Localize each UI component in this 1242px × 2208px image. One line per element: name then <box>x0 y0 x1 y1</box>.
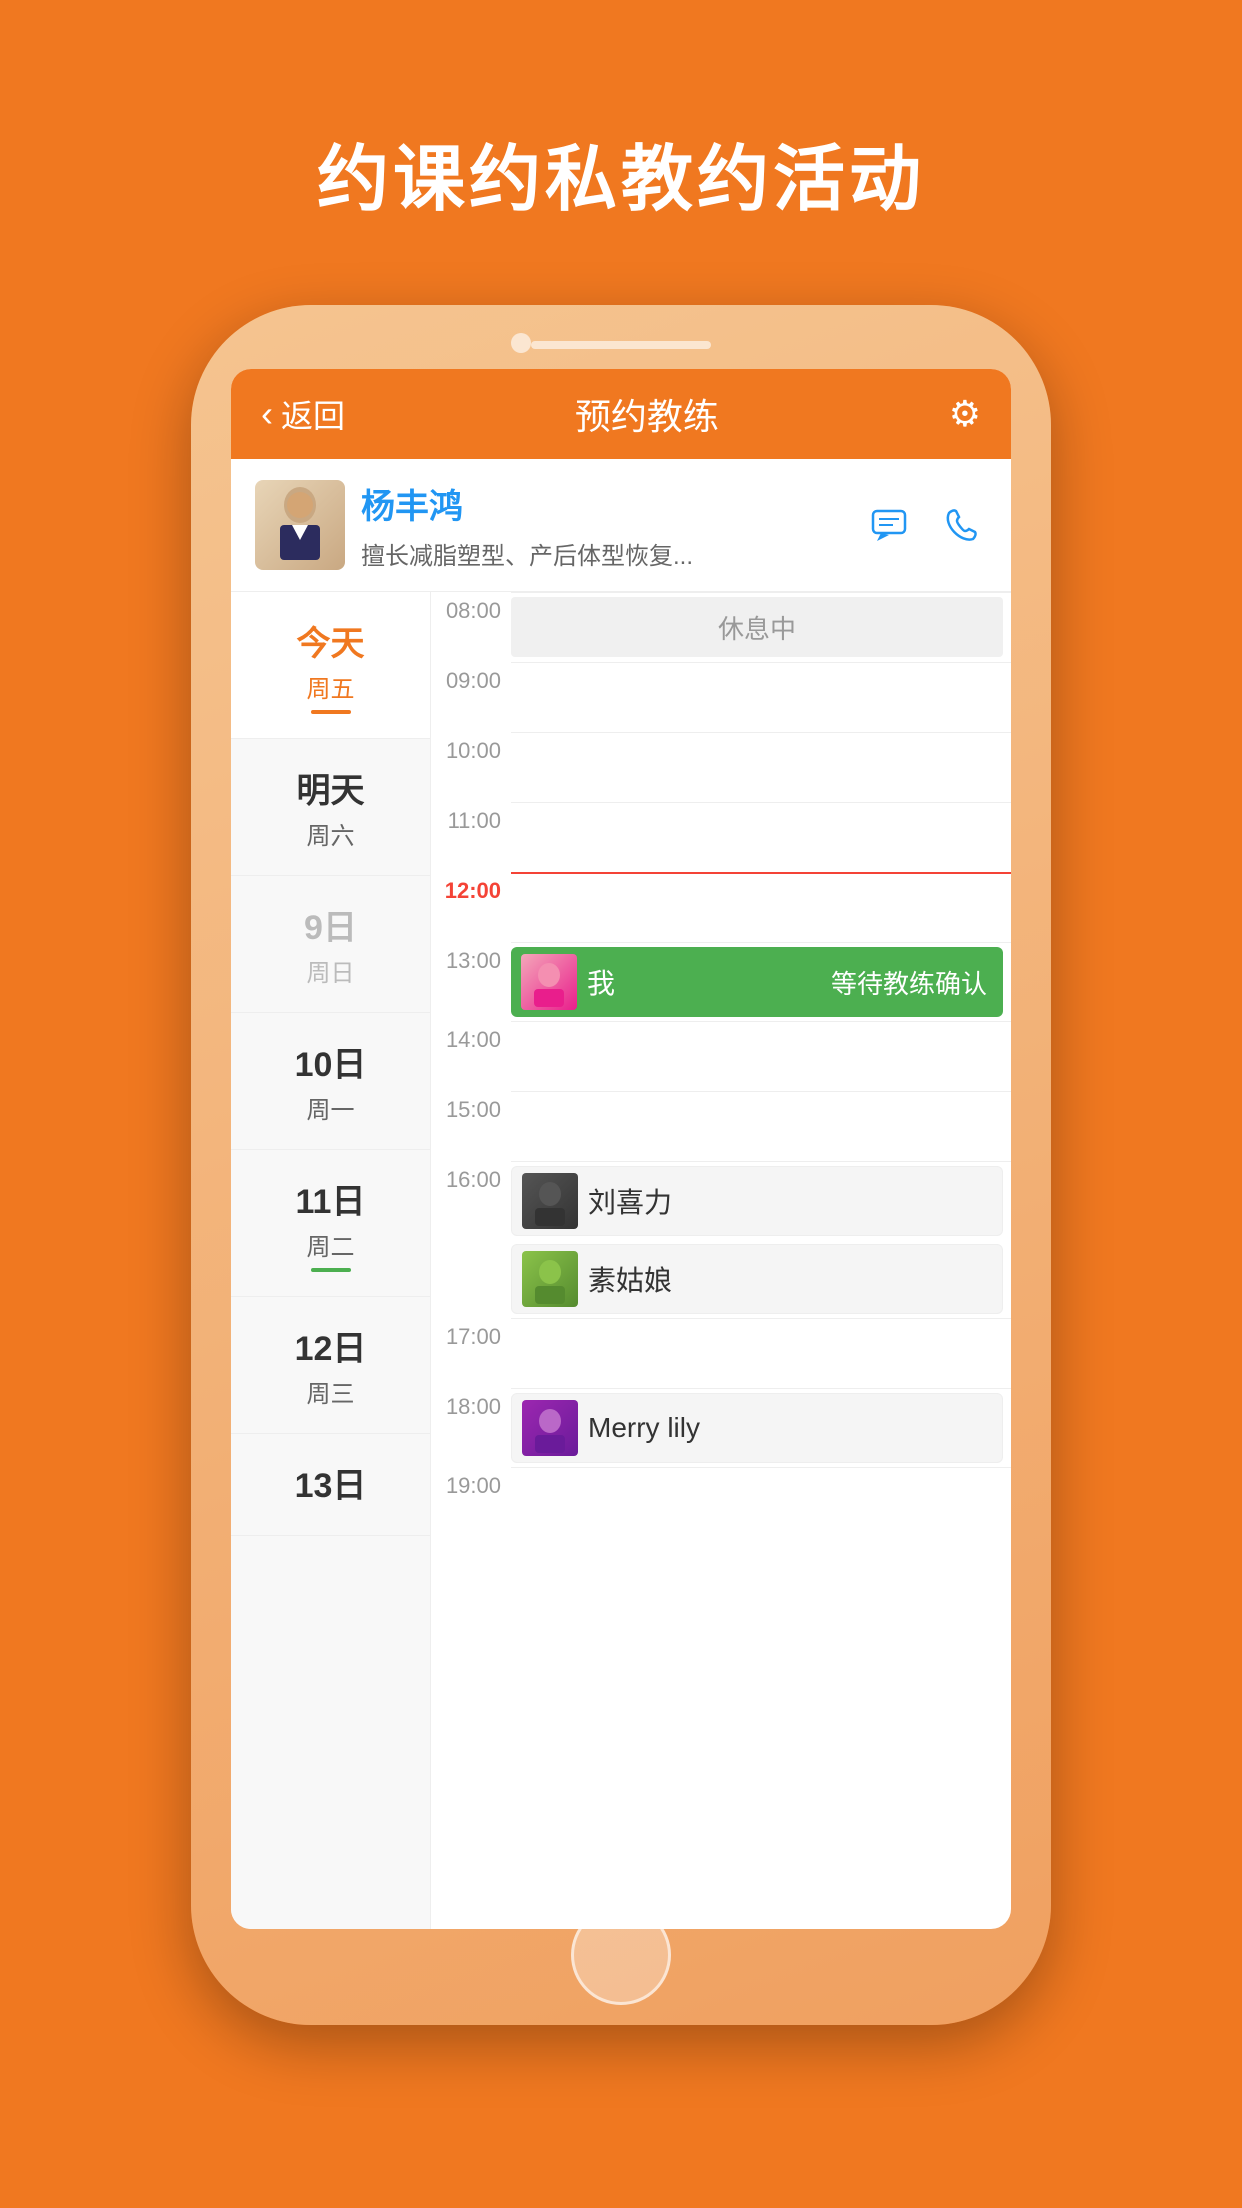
phone-button[interactable] <box>935 499 987 551</box>
schedule-area: 08:00 休息中 09:00 10:00 11:00 <box>431 592 1011 1929</box>
timeline-1700 <box>511 1318 1011 1388</box>
timeslot-1700: 17:00 <box>431 1318 1011 1388</box>
back-button[interactable]: ‹ 返回 <box>261 391 345 437</box>
phone-mockup: ‹ 返回 预约教练 ⚙ 杨丰鸿 擅长减脂塑型、产后体型 <box>191 305 1051 2025</box>
time-1800: 18:00 <box>431 1388 511 1420</box>
trainer-actions <box>863 499 987 551</box>
booking-avatar-merry <box>522 1400 578 1456</box>
timeslot-1900: 19:00 <box>431 1467 1011 1537</box>
date-today-weekday: 周五 <box>307 669 355 704</box>
phone-screen: ‹ 返回 预约教练 ⚙ 杨丰鸿 擅长减脂塑型、产后体型 <box>231 369 1011 1929</box>
time-1900: 19:00 <box>431 1467 511 1499</box>
booking-name-merry: Merry lily <box>588 1412 700 1444</box>
booking-su[interactable]: 素姑娘 <box>511 1244 1003 1314</box>
date-today-label: 今天 <box>297 616 365 665</box>
date-item-13[interactable]: 13日 <box>231 1434 430 1536</box>
date-10-label: 10日 <box>295 1037 367 1086</box>
time-1400: 14:00 <box>431 1021 511 1053</box>
booking-name-me: 我 <box>587 962 615 1002</box>
timeline-1600: 刘喜力 素姑娘 <box>511 1161 1011 1318</box>
date-12-label: 12日 <box>295 1321 367 1370</box>
home-button[interactable] <box>571 1905 671 2005</box>
time-1300: 13:00 <box>431 942 511 974</box>
timeline-1400 <box>511 1021 1011 1091</box>
timeslot-0800: 08:00 休息中 <box>431 592 1011 662</box>
trainer-desc: 擅长减脂塑型、产后体型恢复... <box>361 536 863 571</box>
timeline-1800: Merry lily <box>511 1388 1011 1467</box>
date-10-weekday: 周一 <box>307 1090 355 1125</box>
header-title: 预约教练 <box>575 388 719 440</box>
phone-camera <box>511 333 531 353</box>
time-1700: 17:00 <box>431 1318 511 1350</box>
rest-block: 休息中 <box>511 597 1003 657</box>
timeslot-0900: 09:00 <box>431 662 1011 732</box>
today-underline <box>311 710 351 714</box>
date-item-10[interactable]: 10日 周一 <box>231 1013 430 1150</box>
timeslot-1400: 14:00 <box>431 1021 1011 1091</box>
time-1500: 15:00 <box>431 1091 511 1123</box>
time-1200: 12:00 <box>431 872 511 904</box>
date-item-tomorrow[interactable]: 明天 周六 <box>231 739 430 876</box>
timeline-1100 <box>511 802 1011 872</box>
timeslot-1200: 12:00 <box>431 872 1011 942</box>
time-1600: 16:00 <box>431 1161 511 1193</box>
timeslot-1300[interactable]: 13:00 我 等待教练确认 <box>431 942 1011 1021</box>
date-item-today[interactable]: 今天 周五 <box>231 592 430 739</box>
timeline-1200 <box>511 872 1011 942</box>
trainer-avatar <box>255 480 345 570</box>
date-tomorrow-weekday: 周六 <box>307 816 355 851</box>
time-1100: 11:00 <box>431 802 511 834</box>
timeslot-1000: 10:00 <box>431 732 1011 802</box>
booking-avatar-me <box>521 954 577 1010</box>
date-11-label: 11日 <box>296 1174 366 1223</box>
timeslot-1100: 11:00 <box>431 802 1011 872</box>
timeline-0800: 休息中 <box>511 592 1011 662</box>
date-tomorrow-label: 明天 <box>297 763 365 812</box>
date-item-12[interactable]: 12日 周三 <box>231 1297 430 1434</box>
time-0900: 09:00 <box>431 662 511 694</box>
timeline-1300: 我 等待教练确认 <box>511 942 1011 1021</box>
timeslot-1800: 18:00 Merry lily <box>431 1388 1011 1467</box>
booking-pending[interactable]: 我 等待教练确认 <box>511 947 1003 1017</box>
page-title: 约课约私教约活动 <box>317 120 925 225</box>
trainer-profile: 杨丰鸿 擅长减脂塑型、产后体型恢复... <box>231 459 1011 592</box>
timeline-1900 <box>511 1467 1011 1537</box>
date-13-label: 13日 <box>295 1458 367 1507</box>
booking-status: 等待教练确认 <box>831 964 987 1001</box>
person-settings-icon[interactable]: ⚙ <box>949 393 981 435</box>
date-item-9[interactable]: 9日 周日 <box>231 876 430 1013</box>
date-9-label: 9日 <box>304 900 357 949</box>
app-header: ‹ 返回 预约教练 ⚙ <box>231 369 1011 459</box>
booking-merry[interactable]: Merry lily <box>511 1393 1003 1463</box>
trainer-info: 杨丰鸿 擅长减脂塑型、产后体型恢复... <box>361 479 863 571</box>
date-11-weekday: 周二 <box>307 1227 355 1262</box>
time-1000: 10:00 <box>431 732 511 764</box>
booking-liu[interactable]: 刘喜力 <box>511 1166 1003 1236</box>
date-item-11[interactable]: 11日 周二 <box>231 1150 430 1297</box>
booking-avatar-su <box>522 1251 578 1307</box>
timeline-0900 <box>511 662 1011 732</box>
date-12-weekday: 周三 <box>307 1374 355 1409</box>
day11-underline <box>311 1268 351 1272</box>
booking-name-su: 素姑娘 <box>588 1259 672 1299</box>
date-sidebar: 今天 周五 明天 周六 9日 周日 10日 周一 <box>231 592 431 1929</box>
phone-speaker <box>531 341 711 349</box>
timeline-1500 <box>511 1091 1011 1161</box>
trainer-name: 杨丰鸿 <box>361 479 863 528</box>
main-content: 今天 周五 明天 周六 9日 周日 10日 周一 <box>231 592 1011 1929</box>
booking-avatar-liu <box>522 1173 578 1229</box>
booking-name-liu: 刘喜力 <box>588 1181 672 1221</box>
timeslot-1500: 15:00 <box>431 1091 1011 1161</box>
back-label: 返回 <box>281 391 345 437</box>
date-9-weekday: 周日 <box>307 953 355 988</box>
timeline-1000 <box>511 732 1011 802</box>
back-chevron-icon: ‹ <box>261 393 273 435</box>
time-0800: 08:00 <box>431 592 511 624</box>
timeslot-1600: 16:00 刘喜力 <box>431 1161 1011 1318</box>
message-button[interactable] <box>863 499 915 551</box>
